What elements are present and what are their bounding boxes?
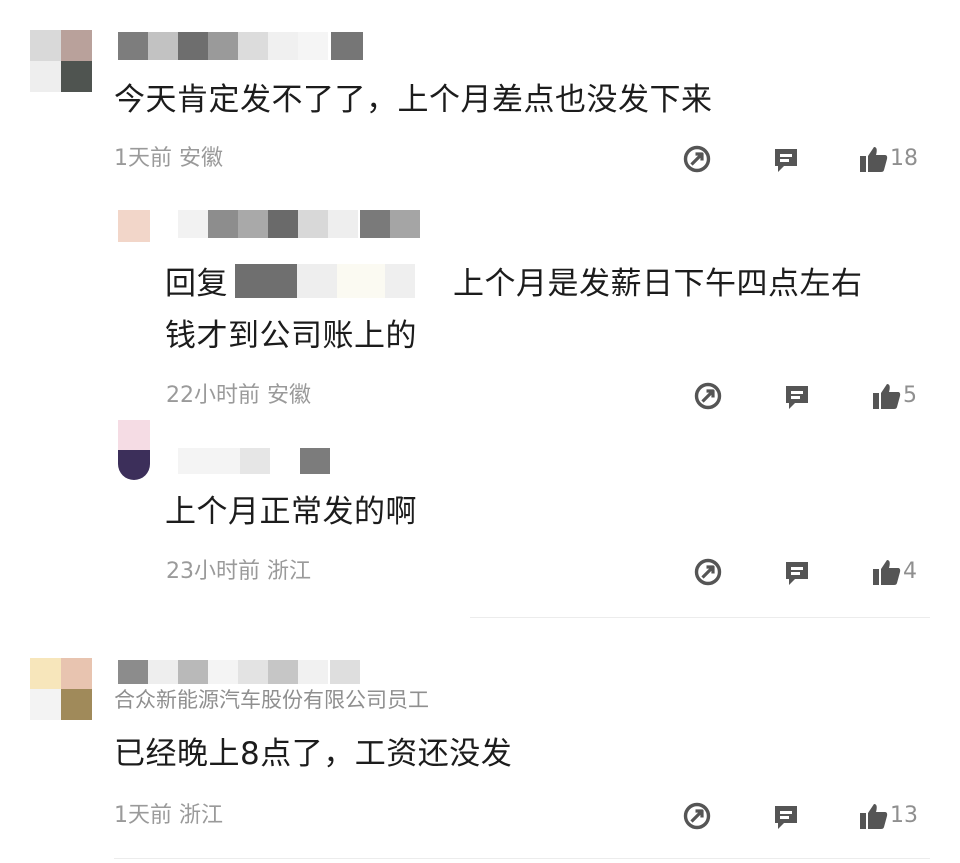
comment-text: 上个月正常发的啊 (165, 494, 417, 530)
thumbs-up-icon (858, 144, 888, 174)
share-icon (693, 557, 723, 587)
like-button[interactable]: 4 (871, 557, 917, 587)
reply-prefix: 回复 (165, 266, 228, 302)
share-icon (682, 801, 712, 831)
thumbs-up-icon (871, 557, 901, 587)
like-count: 13 (890, 803, 918, 828)
reply-button[interactable] (782, 558, 812, 588)
comment-meta: 1天前 安徽 (114, 146, 223, 171)
like-count: 4 (903, 559, 917, 584)
share-button[interactable] (682, 144, 712, 174)
avatar[interactable] (30, 30, 92, 92)
like-count: 18 (890, 146, 918, 171)
comment-icon (771, 145, 801, 175)
reply-button[interactable] (771, 802, 801, 832)
reply-button[interactable] (782, 382, 812, 412)
comment-meta: 1天前 浙江 (114, 803, 223, 828)
like-button[interactable]: 13 (858, 801, 918, 831)
username-blurred[interactable] (178, 448, 330, 474)
username-blurred[interactable] (118, 660, 363, 684)
reply-button[interactable] (771, 145, 801, 175)
share-icon (693, 381, 723, 411)
comment-text: 上个月是发薪日下午四点左右 (453, 266, 863, 302)
thumbs-up-icon (858, 801, 888, 831)
comment-icon (782, 382, 812, 412)
username-blurred[interactable] (118, 32, 363, 60)
reply-target-blurred[interactable] (235, 264, 425, 298)
avatar[interactable] (118, 420, 150, 480)
divider (114, 858, 930, 859)
comment-meta: 23小时前 浙江 (166, 559, 311, 584)
share-icon (682, 144, 712, 174)
share-button[interactable] (693, 557, 723, 587)
like-count: 5 (903, 383, 917, 408)
comment-text: 已经晚上8点了，工资还没发 (114, 736, 513, 772)
share-button[interactable] (693, 381, 723, 411)
comment-icon (771, 802, 801, 832)
like-button[interactable]: 5 (871, 381, 917, 411)
comment-text-line2: 钱才到公司账上的 (165, 318, 417, 354)
divider (470, 617, 930, 618)
avatar[interactable] (118, 210, 150, 242)
username-blurred[interactable] (178, 210, 420, 238)
avatar[interactable] (30, 658, 92, 720)
employer-badge: 合众新能源汽车股份有限公司员工 (114, 688, 429, 712)
comment-text: 今天肯定发不了了，上个月差点也没发下来 (114, 82, 713, 118)
comment-icon (782, 558, 812, 588)
like-button[interactable]: 18 (858, 144, 918, 174)
thumbs-up-icon (871, 381, 901, 411)
comment-meta: 22小时前 安徽 (166, 383, 311, 408)
share-button[interactable] (682, 801, 712, 831)
